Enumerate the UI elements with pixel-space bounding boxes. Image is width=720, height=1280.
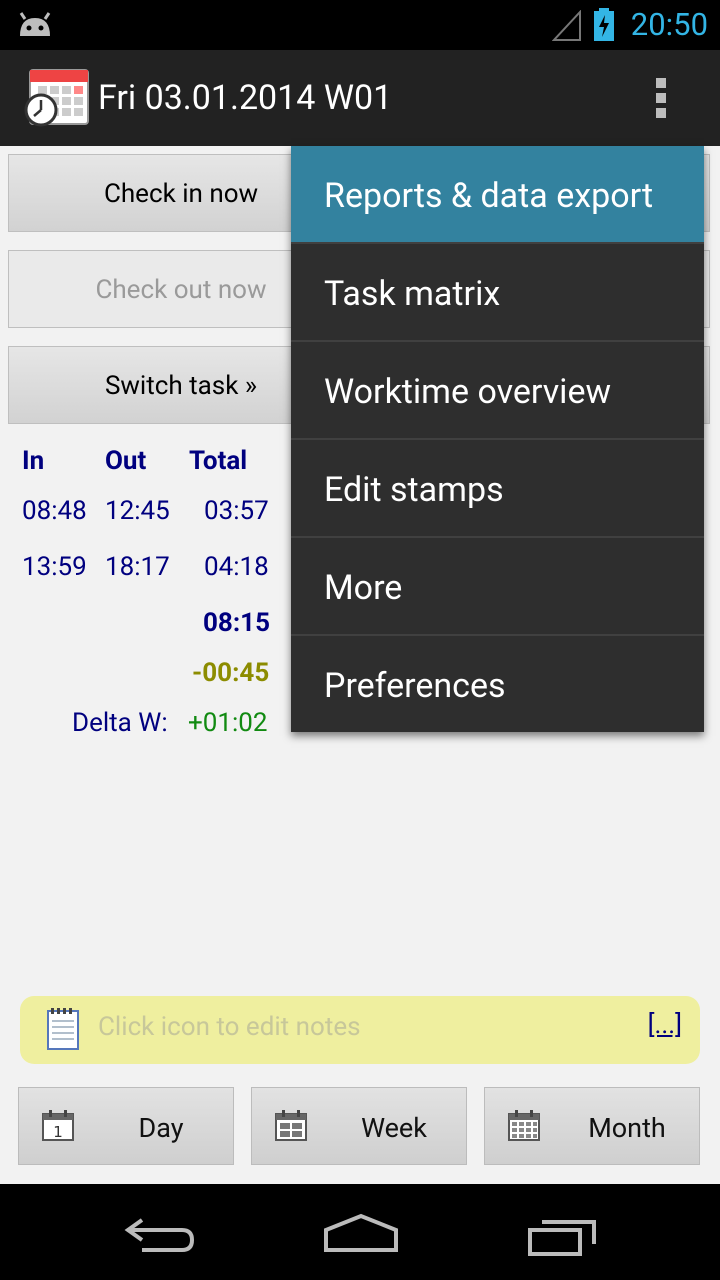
week-label: Week <box>361 1112 427 1144</box>
week-delta-value: +01:02 <box>188 708 268 738</box>
row1-in[interactable]: 08:48 <box>22 496 87 526</box>
calendar-week-icon <box>275 1110 307 1141</box>
clock: 20:50 <box>630 6 708 43</box>
menu-item-reports[interactable]: Reports & data export <box>291 146 704 242</box>
menu-item-label: Reports & data export <box>324 176 654 216</box>
menu-item-preferences[interactable]: Preferences <box>291 634 704 732</box>
day-label: Day <box>138 1112 184 1144</box>
row2-total: 04:18 <box>204 552 269 582</box>
day-button[interactable]: 1 Day <box>18 1087 234 1165</box>
calendar-month-icon <box>508 1110 540 1141</box>
menu-item-task-matrix[interactable]: Task matrix <box>291 242 704 340</box>
notes-bar: Click icon to edit notes [...] <box>20 996 700 1064</box>
row2-out[interactable]: 18:17 <box>105 552 170 582</box>
app-calendar-clock-icon[interactable] <box>24 66 90 128</box>
svg-text:1: 1 <box>53 1123 63 1141</box>
recent-apps-icon[interactable] <box>526 1216 598 1256</box>
header-total: Total <box>189 446 248 476</box>
back-icon[interactable] <box>122 1214 196 1254</box>
menu-item-worktime-overview[interactable]: Worktime overview <box>291 340 704 438</box>
menu-item-label: Worktime overview <box>324 372 612 412</box>
menu-item-label: Edit stamps <box>324 470 504 510</box>
header-in: In <box>22 446 45 476</box>
notes-placeholder: Click icon to edit notes <box>98 1012 361 1042</box>
signal-icon <box>552 10 581 41</box>
android-debug-icon <box>19 12 51 36</box>
system-navigation-bar <box>0 1184 720 1280</box>
menu-item-more[interactable]: More <box>291 536 704 634</box>
row1-total: 03:57 <box>204 496 269 526</box>
week-button[interactable]: Week <box>251 1087 467 1165</box>
month-button[interactable]: Month <box>484 1087 700 1165</box>
calendar-day-icon: 1 <box>42 1110 74 1141</box>
action-bar: Fri 03.01.2014 W01 <box>0 50 720 146</box>
page-title: Fri 03.01.2014 W01 <box>98 78 393 118</box>
menu-item-label: More <box>324 568 403 608</box>
row1-out[interactable]: 12:45 <box>105 496 170 526</box>
notepad-icon[interactable] <box>46 1007 80 1051</box>
overflow-menu: Reports & data export Task matrix Workti… <box>291 146 704 732</box>
menu-item-label: Preferences <box>324 666 506 706</box>
status-bar: 20:50 <box>0 0 720 50</box>
home-icon[interactable] <box>322 1212 400 1254</box>
menu-item-label: Task matrix <box>324 274 501 314</box>
day-total: 08:15 <box>203 608 270 638</box>
header-out: Out <box>105 446 147 476</box>
menu-item-edit-stamps[interactable]: Edit stamps <box>291 438 704 536</box>
overflow-menu-icon[interactable] <box>656 78 670 118</box>
day-delta: -00:45 <box>192 658 270 688</box>
month-label: Month <box>588 1112 666 1144</box>
row2-in[interactable]: 13:59 <box>22 552 87 582</box>
battery-charging-icon <box>594 8 614 41</box>
week-delta-label: Delta W: <box>72 708 168 738</box>
notes-more-link[interactable]: [...] <box>648 1010 682 1040</box>
